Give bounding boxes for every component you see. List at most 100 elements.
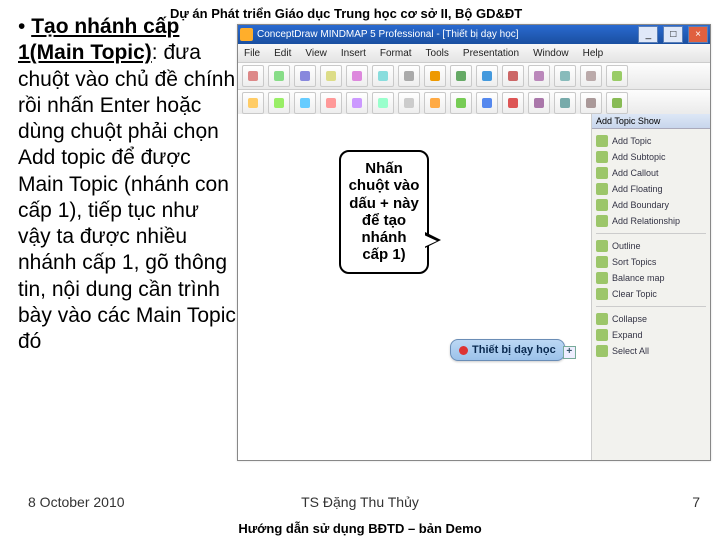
task-pane-icon: [596, 240, 608, 252]
toolbar-button[interactable]: [346, 65, 368, 87]
toolbar-button[interactable]: [294, 92, 316, 114]
mindmap-canvas[interactable]: Nhấn chuột vào dấu + này để tạo nhánh cấ…: [238, 114, 592, 460]
task-pane-item[interactable]: Outline: [596, 238, 706, 254]
toolbar-icon: [352, 98, 362, 108]
menu-item[interactable]: Edit: [274, 48, 291, 59]
menu-bar: File Edit View Insert Format Tools Presentatio…: [238, 44, 710, 63]
toolbar-icon: [248, 98, 258, 108]
toolbar-icon: [326, 98, 336, 108]
task-pane-title: Add Topic Show: [592, 114, 710, 129]
window-title: ConceptDraw MINDMAP 5 Professional - [Th…: [257, 29, 519, 40]
toolbar-icon: [404, 98, 414, 108]
task-pane-item[interactable]: Add Floating: [596, 181, 706, 197]
toolbar-button[interactable]: [606, 92, 628, 114]
task-pane-item[interactable]: Balance map: [596, 270, 706, 286]
toolbar-icon: [300, 71, 310, 81]
toolbar-button[interactable]: [398, 92, 420, 114]
toolbar-button[interactable]: [528, 92, 550, 114]
task-pane-label: Add Relationship: [612, 216, 680, 226]
task-pane-item[interactable]: Add Callout: [596, 165, 706, 181]
menu-item[interactable]: Insert: [341, 48, 366, 59]
menu-item[interactable]: File: [244, 48, 260, 59]
menu-item[interactable]: Format: [380, 48, 412, 59]
add-branch-plus[interactable]: +: [563, 346, 576, 359]
task-pane-item[interactable]: Select All: [596, 343, 706, 359]
task-pane-item[interactable]: Add Topic: [596, 133, 706, 149]
toolbar-button[interactable]: [294, 65, 316, 87]
toolbar-button[interactable]: [580, 92, 602, 114]
toolbar-icon: [482, 71, 492, 81]
task-pane-label: Outline: [612, 241, 641, 251]
toolbar-button[interactable]: [502, 92, 524, 114]
toolbar-button[interactable]: [606, 65, 628, 87]
task-pane-label: Add Topic: [612, 136, 651, 146]
task-pane-item[interactable]: Add Relationship: [596, 213, 706, 229]
toolbar-button[interactable]: [554, 92, 576, 114]
toolbar-button[interactable]: [242, 92, 264, 114]
menu-item[interactable]: Presentation: [463, 48, 519, 59]
task-pane-label: Clear Topic: [612, 289, 657, 299]
task-pane: Add Topic Show Add TopicAdd SubtopicAdd …: [592, 114, 710, 460]
menu-item[interactable]: View: [305, 48, 327, 59]
toolbar-button[interactable]: [450, 65, 472, 87]
task-pane-item[interactable]: Add Boundary: [596, 197, 706, 213]
toolbar-icon: [534, 98, 544, 108]
task-pane-item[interactable]: Sort Topics: [596, 254, 706, 270]
toolbar-icon: [274, 98, 284, 108]
window-controls: _ □ ×: [636, 26, 708, 43]
footer-author: TS Đặng Thu Thủy: [0, 494, 720, 510]
task-pane-label: Collapse: [612, 314, 647, 324]
task-pane-item[interactable]: Expand: [596, 327, 706, 343]
menu-item[interactable]: Tools: [426, 48, 449, 59]
toolbar-button[interactable]: [502, 65, 524, 87]
toolbar-icon: [612, 98, 622, 108]
task-pane-icon: [596, 272, 608, 284]
maximize-button[interactable]: □: [663, 26, 683, 43]
toolbar-button[interactable]: [242, 65, 264, 87]
toolbar-button[interactable]: [372, 65, 394, 87]
toolbar-button[interactable]: [320, 65, 342, 87]
menu-item[interactable]: Window: [533, 48, 569, 59]
toolbar-icon: [456, 98, 466, 108]
bullet-text: • Tạo nhánh cấp 1(Main Topic): đưa chuột…: [18, 14, 236, 355]
task-pane-label: Add Floating: [612, 184, 663, 194]
task-pane-icon: [596, 199, 608, 211]
main-bullet-block: • Tạo nhánh cấp 1(Main Topic): đưa chuột…: [18, 14, 236, 355]
toolbar-icon: [326, 71, 336, 81]
task-pane-item[interactable]: Add Subtopic: [596, 149, 706, 165]
menu-item[interactable]: Help: [583, 48, 604, 59]
task-pane-item[interactable]: Clear Topic: [596, 286, 706, 302]
task-pane-label: Add Boundary: [612, 200, 669, 210]
task-pane-icon: [596, 151, 608, 163]
toolbar-icon: [560, 71, 570, 81]
task-pane-label: Select All: [612, 346, 649, 356]
toolbar-button[interactable]: [476, 65, 498, 87]
toolbar-button[interactable]: [320, 92, 342, 114]
toolbar-icon: [430, 98, 440, 108]
central-topic-node[interactable]: Thiết bị dạy học +: [450, 339, 565, 361]
bullet-rest: : đưa chuột vào chủ đề chính rồi nhấn En…: [18, 41, 236, 353]
toolbar-button[interactable]: [398, 65, 420, 87]
toolbar-button[interactable]: [476, 92, 498, 114]
toolbar-button[interactable]: [346, 92, 368, 114]
toolbar-icon: [404, 71, 414, 81]
toolbar-button[interactable]: [268, 65, 290, 87]
task-pane-item[interactable]: Collapse: [596, 311, 706, 327]
toolbar-icon: [274, 71, 284, 81]
toolbar-button[interactable]: [268, 92, 290, 114]
toolbar-button[interactable]: [424, 65, 446, 87]
toolbar-icon: [352, 71, 362, 81]
toolbar-icon: [378, 98, 388, 108]
toolbar-button[interactable]: [450, 92, 472, 114]
task-pane-label: Expand: [612, 330, 643, 340]
minimize-button[interactable]: _: [638, 26, 658, 43]
toolbar-button[interactable]: [554, 65, 576, 87]
toolbar-button[interactable]: [528, 65, 550, 87]
task-pane-icon: [596, 329, 608, 341]
instruction-callout: Nhấn chuột vào dấu + này để tạo nhánh cấ…: [339, 150, 429, 274]
task-pane-label: Sort Topics: [612, 257, 656, 267]
toolbar-button[interactable]: [580, 65, 602, 87]
toolbar-button[interactable]: [424, 92, 446, 114]
close-button[interactable]: ×: [688, 26, 708, 43]
toolbar-button[interactable]: [372, 92, 394, 114]
